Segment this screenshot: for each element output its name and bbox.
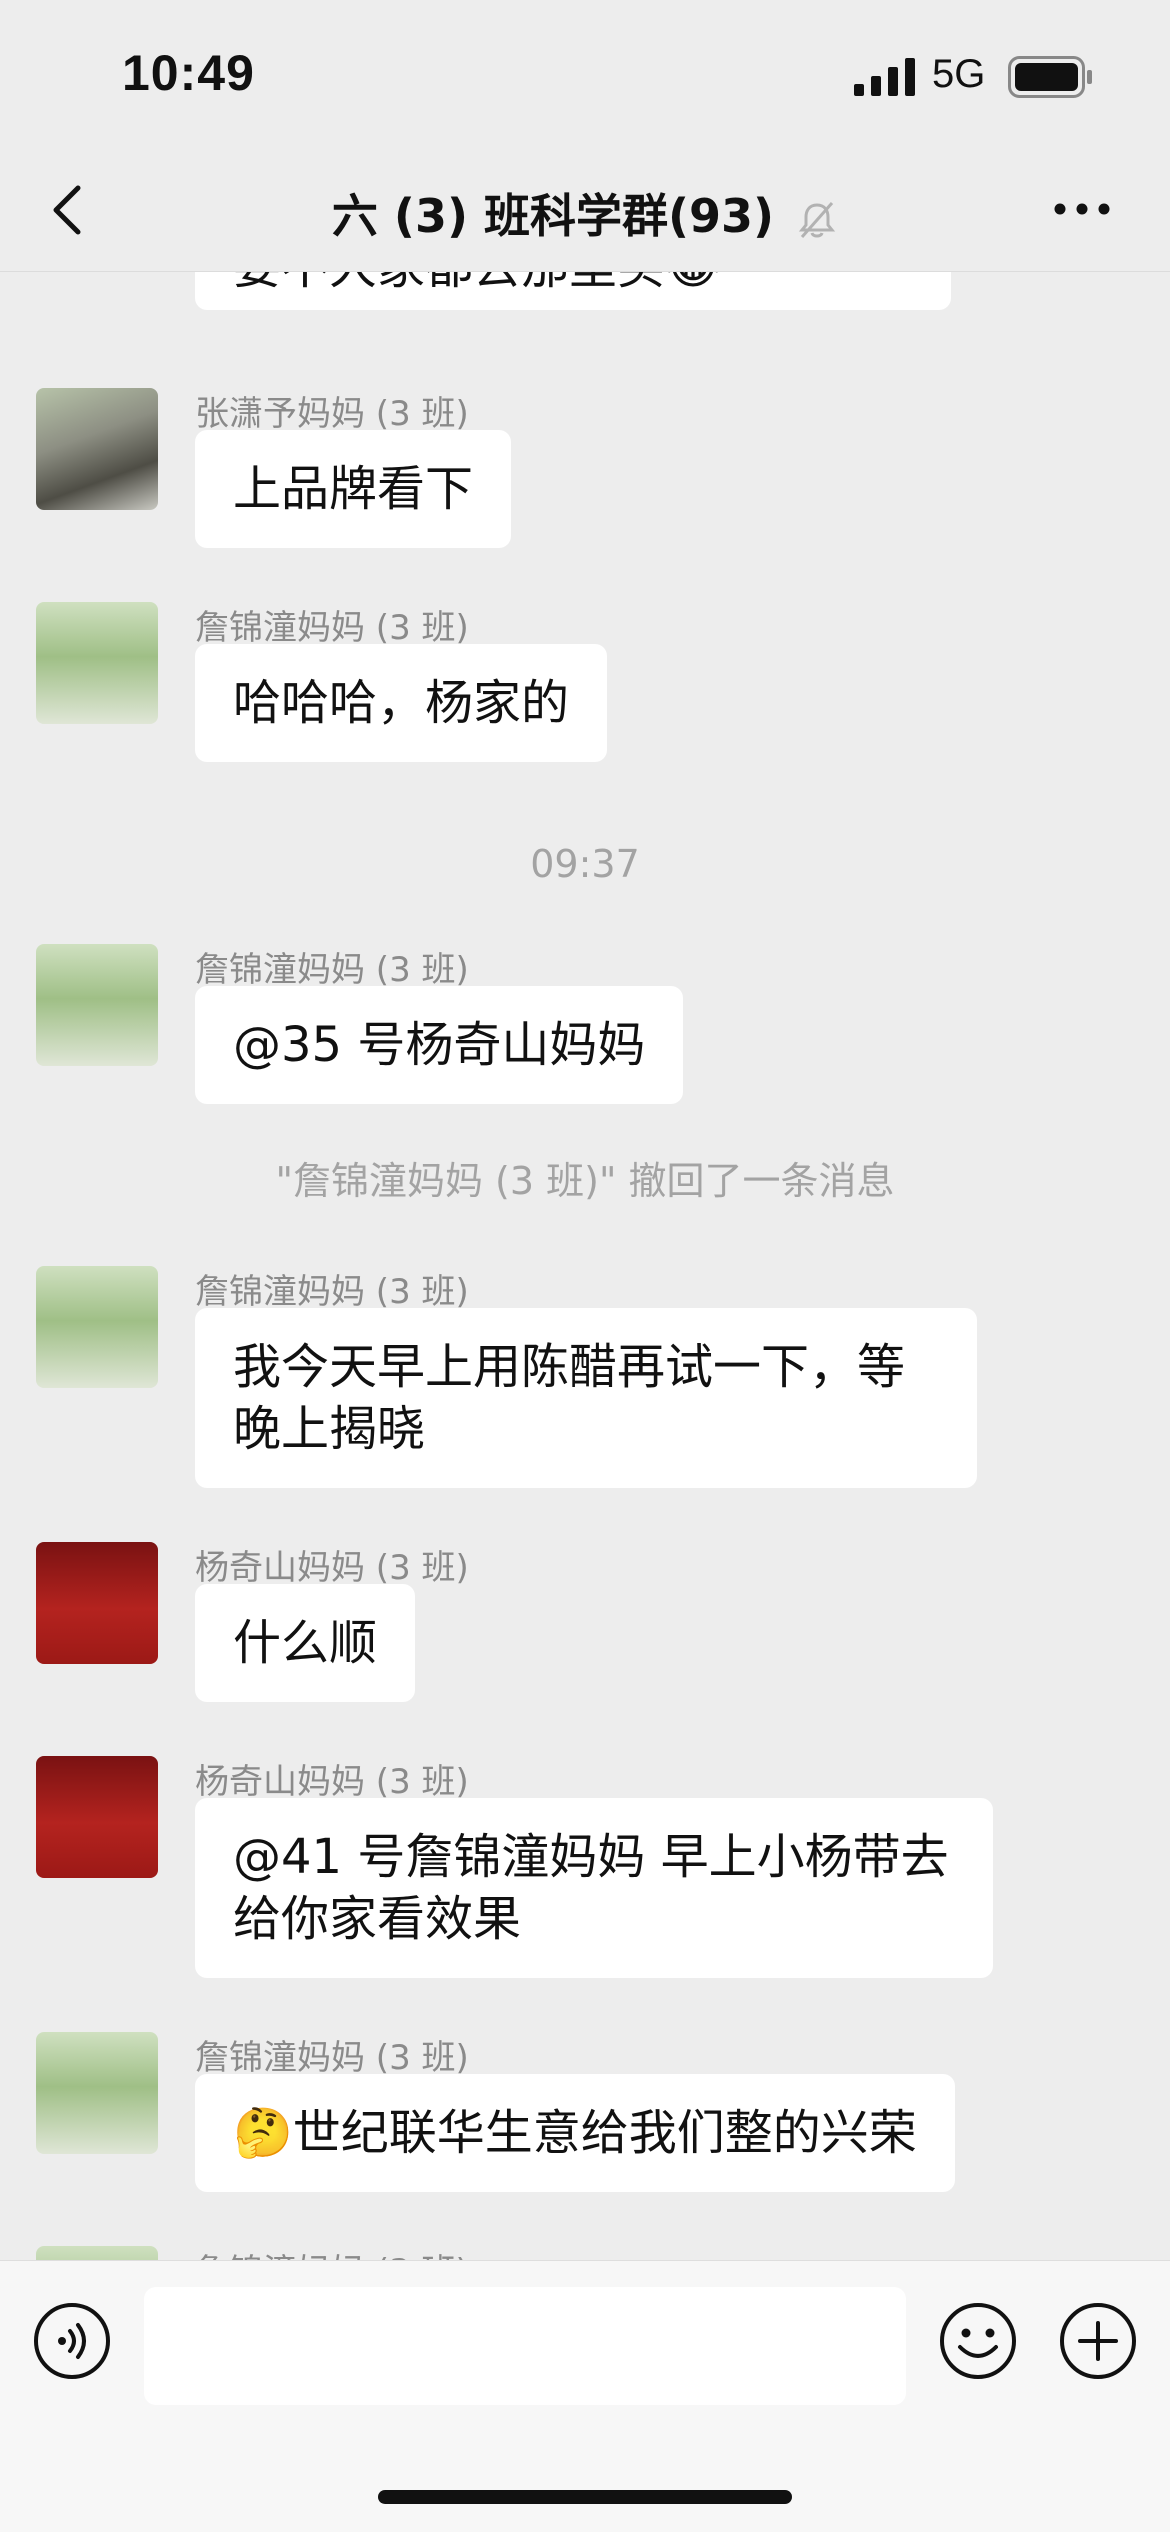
- avatar[interactable]: [36, 1266, 158, 1388]
- emoji-icon[interactable]: [938, 2301, 1018, 2381]
- time-divider: 09:37: [530, 842, 640, 886]
- sender-name: 詹锦潼妈妈 (3 班): [195, 2244, 469, 2260]
- sender-name: 詹锦潼妈妈 (3 班): [195, 2038, 469, 2078]
- message-bubble[interactable]: 🤔世纪联华生意给我们整的兴荣: [195, 2074, 955, 2192]
- voice-icon[interactable]: [32, 2301, 112, 2381]
- avatar[interactable]: [36, 1756, 158, 1878]
- sender-name: 詹锦潼妈妈 (3 班): [195, 1272, 469, 1312]
- status-time: 10:49: [122, 45, 255, 101]
- plus-icon[interactable]: [1058, 2301, 1138, 2381]
- avatar[interactable]: [36, 602, 158, 724]
- avatar[interactable]: [36, 944, 158, 1066]
- message-bubble[interactable]: @35 号杨奇山妈妈: [195, 986, 684, 1104]
- recall-notice: "詹锦潼妈妈 (3 班)" 撤回了一条消息: [275, 1159, 895, 1203]
- sender-name: 杨奇山妈妈 (3 班): [195, 1548, 469, 1588]
- message-bubble[interactable]: 我今天早上用陈醋再试一下，等晚上揭晓: [195, 1308, 977, 1488]
- group-title[interactable]: 六 (3) 班科学群(93): [0, 180, 1170, 246]
- message-bubble[interactable]: 上品牌看下: [195, 430, 512, 548]
- mute-icon: [798, 201, 836, 238]
- avatar[interactable]: [36, 2032, 158, 2154]
- message-bubble[interactable]: 要不大家都去那里买😂: [195, 272, 951, 310]
- sender-name: 张潇予妈妈 (3 班): [195, 394, 469, 434]
- group-title-text: 六 (3) 班科学群(93): [331, 189, 775, 243]
- chat-list[interactable]: 要不大家都去那里买😂 张潇予妈妈 (3 班) 上品牌看下 詹锦潼妈妈 (3 班)…: [0, 272, 1170, 2260]
- signal-icon: [854, 58, 915, 96]
- avatar[interactable]: [36, 1542, 158, 1664]
- message-bubble[interactable]: 哈哈哈，杨家的: [195, 644, 608, 762]
- sender-name: 杨奇山妈妈 (3 班): [195, 1762, 469, 1802]
- network-label: 5G: [932, 52, 986, 96]
- status-bar: 10:49 5G: [0, 0, 1170, 150]
- avatar[interactable]: [36, 388, 158, 510]
- chat-header: 六 (3) 班科学群(93): [0, 150, 1170, 272]
- sender-name: 詹锦潼妈妈 (3 班): [195, 950, 469, 990]
- more-icon[interactable]: [1052, 198, 1112, 220]
- home-indicator[interactable]: [378, 2490, 792, 2504]
- message-bubble[interactable]: 什么顺: [195, 1584, 416, 1702]
- message-input[interactable]: [144, 2287, 906, 2405]
- message-bubble[interactable]: @41 号詹锦潼妈妈 早上小杨带去给你家看效果: [195, 1798, 993, 1978]
- battery-icon: [1008, 56, 1092, 98]
- avatar[interactable]: [36, 2246, 158, 2260]
- sender-name: 詹锦潼妈妈 (3 班): [195, 608, 469, 648]
